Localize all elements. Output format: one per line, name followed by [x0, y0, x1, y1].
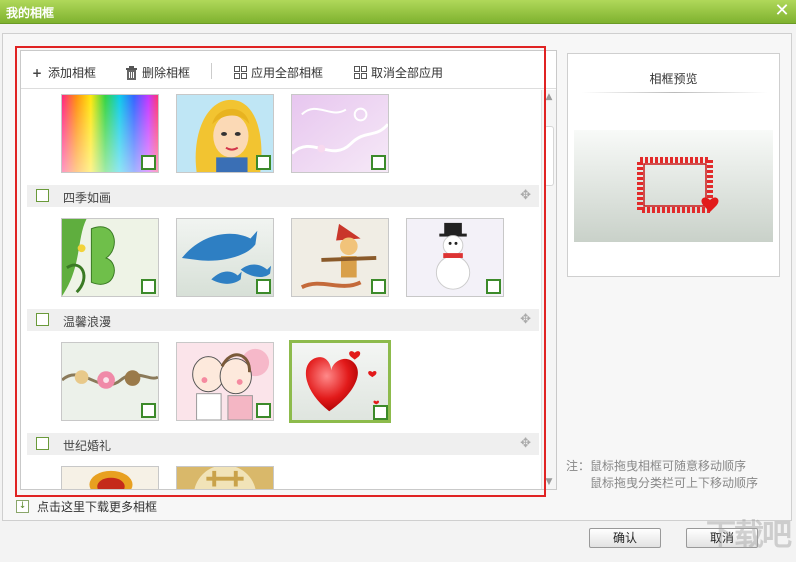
category-checkbox[interactable]	[36, 313, 49, 326]
hint-line-2: 鼠标拖曳分类栏可上下移动顺序	[590, 476, 759, 490]
category-checkbox[interactable]	[36, 189, 49, 202]
frame-list-panel: + 添加相框 删除相框 应用全部相框 取消全部应用 四季如画 ✥ 温馨浪漫 ✥ …	[20, 50, 557, 490]
cancel-all-label: 取消全部应用	[371, 66, 444, 80]
delete-frame-button[interactable]: 删除相框	[124, 64, 190, 81]
download-more-link[interactable]: ↓ 点击这里下载更多相框	[16, 498, 157, 515]
category-name: 世纪婚礼	[63, 439, 112, 453]
frame-checkbox[interactable]	[371, 279, 386, 294]
close-icon[interactable]: ✕	[772, 1, 792, 21]
wedding-gold-frame-image	[177, 467, 273, 489]
apply-all-label: 应用全部相框	[251, 66, 324, 80]
apply-all-button[interactable]: 应用全部相框	[233, 64, 323, 81]
frame-checkbox[interactable]	[371, 155, 386, 170]
frame-thumbnail-rainbow[interactable]	[61, 94, 159, 173]
grid-icon	[353, 65, 367, 80]
vertical-scrollbar[interactable]: ▲ ▼	[541, 90, 556, 489]
frame-checkbox[interactable]	[486, 279, 501, 294]
frame-thumbnail-blonde-girl[interactable]	[176, 94, 274, 173]
hint-note: 注：鼠标拖曳相框可随意移动顺序 鼠标拖曳分类栏可上下移动顺序	[566, 458, 786, 492]
preview-panel: 相框预览	[567, 53, 780, 277]
frame-list: 四季如画 ✥ 温馨浪漫 ✥ 世纪婚礼 ✥	[21, 90, 541, 489]
move-handle-icon[interactable]: ✥	[520, 312, 531, 327]
frame-thumbnail-scarecrow[interactable]	[291, 218, 389, 297]
cancel-all-button[interactable]: 取消全部应用	[353, 64, 443, 81]
frame-thumbnail-dolphins[interactable]	[176, 218, 274, 297]
add-frame-button[interactable]: + 添加相框	[30, 64, 96, 81]
frame-checkbox[interactable]	[141, 403, 156, 418]
scroll-up-icon[interactable]: ▲	[542, 90, 556, 104]
preview-divider	[582, 92, 767, 93]
trash-icon	[124, 65, 138, 80]
download-more-label: 点击这里下载更多相框	[37, 500, 158, 514]
ok-button[interactable]: 确认	[589, 528, 661, 548]
frame-checkbox[interactable]	[141, 155, 156, 170]
download-icon: ↓	[16, 500, 29, 513]
window-title: 我的相框	[6, 6, 55, 20]
frame-checkbox[interactable]	[256, 403, 271, 418]
scroll-down-icon[interactable]: ▼	[542, 475, 556, 489]
hint-line-1: 注：鼠标拖曳相框可随意移动顺序	[566, 459, 747, 473]
frame-thumbnail-flowers[interactable]	[61, 342, 159, 421]
frame-checkbox[interactable]	[373, 405, 388, 420]
preview-title: 相框预览	[649, 72, 698, 86]
category-checkbox[interactable]	[36, 437, 49, 450]
delete-frame-label: 删除相框	[142, 66, 191, 80]
frame-checkbox[interactable]	[256, 279, 271, 294]
title-bar: 我的相框 ✕	[0, 0, 796, 24]
frame-thumbnail-snowman[interactable]	[406, 218, 504, 297]
toolbar-divider	[211, 63, 212, 79]
add-frame-label: 添加相框	[48, 66, 97, 80]
wedding-red-frame-image	[62, 467, 158, 489]
grid-icon	[233, 65, 247, 80]
frame-thumbnail-wedding-red[interactable]	[61, 466, 159, 489]
category-name: 四季如画	[63, 191, 112, 205]
toolbar: + 添加相框 删除相框 应用全部相框 取消全部应用	[21, 51, 556, 89]
category-name: 温馨浪漫	[63, 315, 112, 329]
category-header[interactable]: 温馨浪漫 ✥	[27, 309, 539, 331]
frame-thumbnail-wedding-gold[interactable]	[176, 466, 274, 489]
move-handle-icon[interactable]: ✥	[520, 188, 531, 203]
category-header[interactable]: 四季如画 ✥	[27, 185, 539, 207]
scrollbar-thumb[interactable]	[544, 126, 554, 186]
category-header[interactable]: 世纪婚礼 ✥	[27, 433, 539, 455]
frame-thumbnail-swirl[interactable]	[291, 94, 389, 173]
frame-checkbox[interactable]	[256, 155, 271, 170]
frame-checkbox[interactable]	[141, 279, 156, 294]
frame-thumbnail-butterfly[interactable]	[61, 218, 159, 297]
preview-image	[574, 130, 773, 242]
frame-thumbnail-heart-selected[interactable]	[289, 340, 391, 423]
cancel-button[interactable]: 取消	[686, 528, 758, 548]
frame-thumbnail-couple[interactable]	[176, 342, 274, 421]
move-handle-icon[interactable]: ✥	[520, 436, 531, 451]
plus-icon: +	[31, 65, 43, 80]
